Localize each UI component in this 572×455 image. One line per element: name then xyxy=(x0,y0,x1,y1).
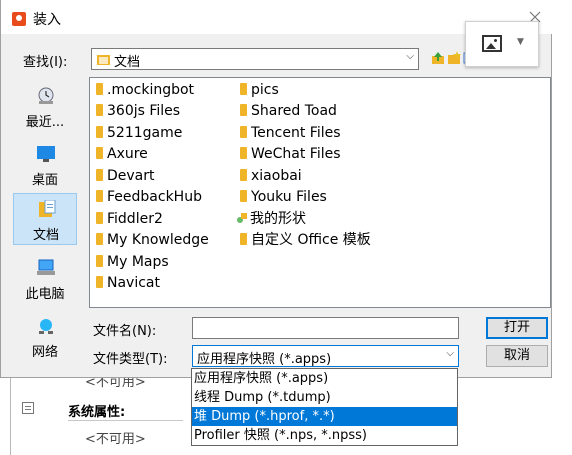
place-label: 文档 xyxy=(32,228,59,243)
chevron-down-icon: ⌵ xyxy=(406,51,414,62)
app-icon xyxy=(12,12,26,26)
place-network[interactable]: 网络 xyxy=(13,311,77,363)
list-item[interactable]: WeChat Files xyxy=(240,144,341,164)
dropdown-option-highlighted[interactable]: 堆 Dump (*.hprof, *.*) xyxy=(192,407,457,426)
separator xyxy=(68,420,183,421)
image-preview-icon xyxy=(482,35,502,52)
places-bar: 最近... 桌面 文档 此电脑 网络 xyxy=(11,77,79,375)
list-item[interactable]: Fiddler2 xyxy=(96,209,163,229)
folder-icon xyxy=(96,233,103,245)
list-item[interactable]: 5211game xyxy=(96,123,182,143)
computer-icon xyxy=(37,259,55,275)
chevron-down-icon: ⌵ xyxy=(446,348,454,359)
folder-icon xyxy=(97,55,110,65)
place-label: 桌面 xyxy=(31,173,58,188)
list-item[interactable]: pics xyxy=(240,80,279,100)
look-in-combo[interactable]: 文档 ⌵ xyxy=(91,48,419,70)
folder-icon xyxy=(96,169,103,181)
file-type-label: 文件类型(T): xyxy=(93,352,168,367)
place-label: 此电脑 xyxy=(25,287,65,302)
dialog-title: 装入 xyxy=(33,12,61,28)
dropdown-option[interactable]: 线程 Dump (*.tdump) xyxy=(192,388,457,407)
folder-icon xyxy=(96,255,103,267)
list-item[interactable]: Youku Files xyxy=(240,187,327,207)
folder-icon xyxy=(96,126,103,138)
file-type-combo[interactable]: 应用程序快照 (*.apps) ⌵ xyxy=(192,345,459,367)
folder-icon xyxy=(96,190,103,202)
documents-icon xyxy=(39,200,56,217)
file-type-dropdown[interactable]: 应用程序快照 (*.apps) 线程 Dump (*.tdump) 堆 Dump… xyxy=(191,368,458,446)
shapes-icon xyxy=(237,213,247,223)
list-item[interactable]: Devart xyxy=(96,166,155,186)
list-item[interactable]: Shared Toad xyxy=(240,101,337,121)
place-desktop[interactable]: 桌面 xyxy=(13,139,77,191)
folder-icon xyxy=(240,83,247,95)
file-list[interactable]: .mockingbot 360js Files 5211game Axure D… xyxy=(89,77,551,308)
list-item[interactable]: xiaobai xyxy=(240,166,302,186)
list-item[interactable]: FeedbackHub xyxy=(96,187,202,207)
preview-toggle[interactable]: ▼ xyxy=(465,21,539,67)
file-name-label: 文件名(N): xyxy=(93,324,157,339)
place-label: 最近... xyxy=(25,115,65,130)
folder-icon xyxy=(240,169,247,181)
network-icon xyxy=(39,319,53,334)
look-in-label: 查找(I): xyxy=(23,55,68,70)
list-item[interactable]: Navicat xyxy=(96,273,160,293)
unavailable-text-bottom: <不可用> xyxy=(85,432,146,447)
cancel-button[interactable]: 取消 xyxy=(486,345,548,367)
list-item[interactable]: My Knowledge xyxy=(96,230,209,250)
dropdown-option[interactable]: Profiler 快照 (*.nps, *.npss) xyxy=(192,426,457,445)
new-folder-icon[interactable] xyxy=(447,51,461,65)
folder-icon xyxy=(240,126,247,138)
list-item[interactable]: 自定义 Office 模板 xyxy=(240,230,371,250)
up-folder-icon[interactable] xyxy=(431,51,445,65)
properties-icon xyxy=(22,402,34,414)
caret-down-icon: ▼ xyxy=(517,37,524,47)
folder-icon xyxy=(96,147,103,159)
folder-icon xyxy=(96,276,103,288)
folder-icon xyxy=(240,147,247,159)
open-button[interactable]: 打开 xyxy=(486,317,548,339)
list-item[interactable]: Axure xyxy=(96,144,148,164)
folder-icon xyxy=(240,190,247,202)
place-recent[interactable]: 最近... xyxy=(13,81,77,133)
place-documents[interactable]: 文档 xyxy=(13,193,77,245)
place-this-pc[interactable]: 此电脑 xyxy=(13,253,77,305)
folder-icon xyxy=(96,212,103,224)
list-item[interactable]: 360js Files xyxy=(96,101,180,121)
file-type-value: 应用程序快照 (*.apps) xyxy=(197,352,332,367)
file-name-input[interactable] xyxy=(192,317,459,339)
folder-icon xyxy=(240,233,247,245)
list-item[interactable]: Tencent Files xyxy=(240,123,341,143)
folder-icon xyxy=(96,83,103,95)
folder-icon xyxy=(96,104,103,116)
desktop-icon xyxy=(37,146,55,162)
folder-icon xyxy=(240,104,247,116)
recent-icon xyxy=(38,87,54,104)
look-in-value: 文档 xyxy=(114,55,141,70)
system-properties-label: 系统属性: xyxy=(68,405,126,420)
list-item[interactable]: .mockingbot xyxy=(96,80,194,100)
dropdown-option[interactable]: 应用程序快照 (*.apps) xyxy=(192,369,457,388)
place-label: 网络 xyxy=(31,345,58,360)
list-item[interactable]: 我的形状 xyxy=(236,209,306,229)
list-item[interactable]: My Maps xyxy=(96,252,169,272)
